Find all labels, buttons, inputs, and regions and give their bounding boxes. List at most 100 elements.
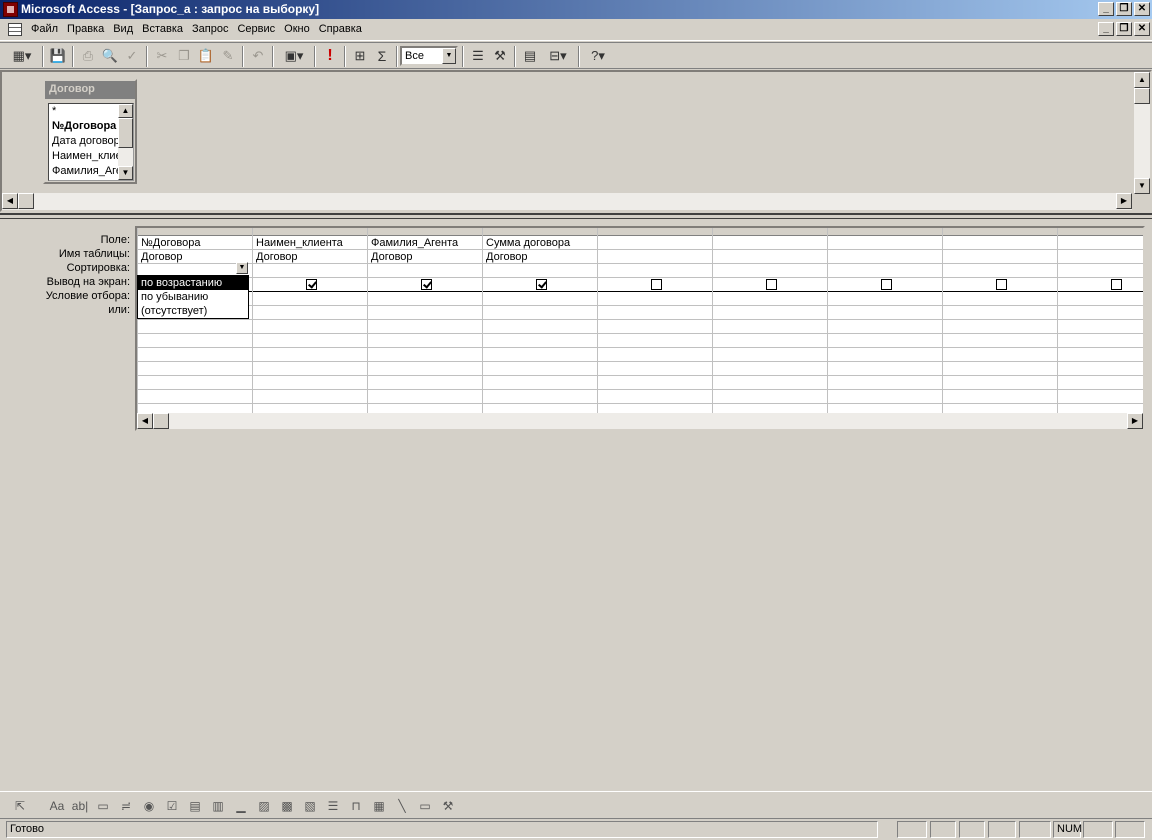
criteria-cell[interactable] (1058, 348, 1143, 362)
criteria-cell[interactable] (828, 320, 942, 334)
criteria-cell[interactable] (138, 362, 252, 376)
sort-cell[interactable] (943, 264, 1057, 278)
help-icon[interactable]: ?▾ (583, 46, 613, 66)
grid-hscroll[interactable]: ◀ ▶ (137, 413, 1143, 429)
criteria-cell[interactable] (138, 348, 252, 362)
table-field-list[interactable]: Договор * №Договора Дата договора Наимен_кл… (43, 79, 137, 184)
criteria-cell[interactable] (943, 306, 1057, 320)
criteria-cell[interactable] (483, 376, 597, 390)
format-painter-icon[interactable]: ✎ (217, 46, 239, 66)
table-cell[interactable] (598, 250, 712, 264)
select-objects-icon[interactable]: ⇱ (10, 796, 30, 816)
scroll-right-icon[interactable]: ▶ (1116, 193, 1132, 209)
paste-icon[interactable]: 📋 (195, 46, 217, 66)
scroll-left-icon[interactable]: ◀ (2, 193, 18, 209)
field-list-scrollbar[interactable]: ▲ ▼ (118, 104, 133, 180)
column-selector[interactable] (1058, 228, 1143, 236)
table-pane-vscroll[interactable]: ▲ ▼ (1134, 72, 1150, 194)
sort-option[interactable]: (отсутствует) (138, 304, 248, 318)
criteria-cell[interactable] (138, 390, 252, 404)
criteria-cell[interactable] (828, 334, 942, 348)
totals-icon[interactable]: Σ (371, 46, 393, 66)
field-list-item[interactable]: Наимен_клиента (49, 149, 119, 164)
pane-splitter[interactable] (0, 213, 1152, 219)
criteria-cell[interactable] (138, 334, 252, 348)
criteria-cell[interactable] (943, 334, 1057, 348)
unbound-object-icon[interactable]: ▩ (277, 796, 297, 816)
label-icon[interactable]: Aa (47, 796, 67, 816)
line-icon[interactable]: ╲ (392, 796, 412, 816)
combo-box-icon[interactable]: ▤ (185, 796, 205, 816)
criteria-cell[interactable] (943, 320, 1057, 334)
column-selector[interactable] (943, 228, 1057, 236)
criteria-cell[interactable] (1058, 376, 1143, 390)
criteria-cell[interactable] (828, 292, 942, 306)
subform-icon[interactable]: ▦ (369, 796, 389, 816)
criteria-cell[interactable] (828, 362, 942, 376)
menu-item[interactable]: Сервис (237, 23, 275, 35)
field-cell[interactable]: №Договора (138, 236, 252, 250)
tab-control-icon[interactable]: ⊓ (346, 796, 366, 816)
criteria-cell[interactable] (138, 376, 252, 390)
sort-cell[interactable] (1058, 264, 1143, 278)
show-checkbox[interactable] (881, 279, 892, 290)
scroll-thumb[interactable] (153, 413, 169, 429)
grid-column[interactable] (827, 228, 942, 418)
run-icon[interactable]: ! (319, 46, 341, 66)
scroll-left-icon[interactable]: ◀ (137, 413, 153, 429)
criteria-cell[interactable] (598, 292, 712, 306)
criteria-cell[interactable] (368, 348, 482, 362)
criteria-cell[interactable] (368, 390, 482, 404)
table-cell[interactable]: Договор (483, 250, 597, 264)
criteria-cell[interactable] (943, 376, 1057, 390)
view-icon[interactable]: ▦▾ (6, 46, 38, 66)
criteria-cell[interactable] (598, 390, 712, 404)
save-icon[interactable]: 💾 (47, 46, 69, 66)
column-selector[interactable] (368, 228, 482, 236)
rectangle-icon[interactable]: ▭ (415, 796, 435, 816)
show-checkbox[interactable] (1111, 279, 1122, 290)
grid-column[interactable]: Наимен_клиента Договор (252, 228, 367, 418)
menu-item[interactable]: Правка (67, 23, 104, 35)
sort-cell[interactable] (483, 264, 597, 278)
criteria-cell[interactable] (598, 376, 712, 390)
field-cell[interactable] (943, 236, 1057, 250)
criteria-cell[interactable] (713, 362, 827, 376)
criteria-cell[interactable] (598, 306, 712, 320)
toggle-button-icon[interactable]: ≓ (116, 796, 136, 816)
scroll-thumb[interactable] (118, 118, 133, 148)
sort-option[interactable]: по убыванию (138, 290, 248, 304)
criteria-cell[interactable] (1058, 306, 1143, 320)
menu-item[interactable]: Файл (31, 23, 58, 35)
grid-column[interactable]: Фамилия_Агента Договор (367, 228, 482, 418)
sort-dropdown-list[interactable]: по возрастанию по убыванию (отсутствует) (137, 275, 249, 319)
restore-button[interactable]: ❐ (1116, 2, 1132, 16)
criteria-cell[interactable] (828, 306, 942, 320)
show-cell[interactable] (1058, 278, 1143, 292)
criteria-cell[interactable] (598, 334, 712, 348)
field-cell[interactable]: Наимен_клиента (253, 236, 367, 250)
sort-cell[interactable] (253, 264, 367, 278)
criteria-cell[interactable] (253, 376, 367, 390)
menu-item[interactable]: Вид (113, 23, 133, 35)
copy-icon[interactable]: ❐ (173, 46, 195, 66)
field-list-item[interactable]: * (49, 104, 119, 119)
textbox-icon[interactable]: ab| (70, 796, 90, 816)
grid-column[interactable]: №Договора Договор (137, 228, 252, 418)
table-title[interactable]: Договор (45, 81, 135, 99)
field-list-item[interactable]: Фамилия_Агента (49, 164, 119, 179)
sort-option[interactable]: по возрастанию (138, 276, 248, 290)
criteria-cell[interactable] (598, 348, 712, 362)
criteria-cell[interactable] (483, 292, 597, 306)
field-cell[interactable] (713, 236, 827, 250)
cut-icon[interactable]: ✂ (151, 46, 173, 66)
column-selector[interactable] (253, 228, 367, 236)
criteria-cell[interactable] (1058, 292, 1143, 306)
criteria-cell[interactable] (1058, 390, 1143, 404)
option-group-icon[interactable]: ▭ (93, 796, 113, 816)
criteria-cell[interactable] (943, 348, 1057, 362)
access-app-icon[interactable] (3, 2, 18, 17)
column-selector[interactable] (598, 228, 712, 236)
command-button-icon[interactable]: ▁ (231, 796, 251, 816)
criteria-cell[interactable] (1058, 334, 1143, 348)
